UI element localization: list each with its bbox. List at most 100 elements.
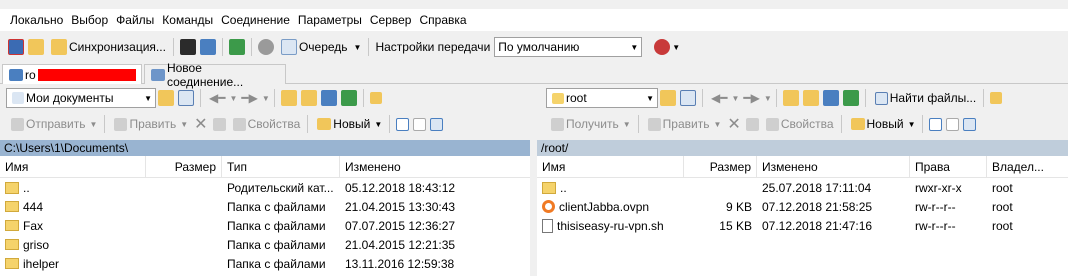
sync-button[interactable]: Синхронизация...	[46, 36, 169, 58]
sync-browse-icon[interactable]	[28, 39, 44, 55]
forward-icon[interactable]: ━▶	[241, 91, 257, 105]
forward-icon[interactable]: ━▶	[743, 91, 759, 105]
select-all-icon[interactable]	[396, 117, 410, 131]
menu-select[interactable]: Выбор	[71, 13, 108, 27]
right-path: /root/	[541, 141, 569, 155]
col-type[interactable]: Тип	[222, 156, 340, 177]
search-icon	[874, 91, 888, 105]
table-row[interactable]: ihelper Папка с файлами 13.11.2016 12:59…	[0, 254, 530, 273]
file-name: ..	[23, 180, 30, 195]
refresh-icon[interactable]	[842, 90, 859, 106]
divider	[702, 89, 703, 107]
gear-icon[interactable]	[257, 39, 274, 55]
rename-icon[interactable]	[745, 117, 759, 131]
new-label: Новый	[866, 117, 904, 131]
right-nav-toolbar: root ▼ ◀━ ▼ ━▶ ▼ Найти файлы...	[546, 86, 1066, 110]
send-button[interactable]: Отправить ▼	[6, 113, 100, 135]
file-modified: 21.04.2015 13:30:43	[345, 199, 456, 214]
file-modified: 07.12.2018 21:47:16	[762, 218, 873, 233]
home-icon[interactable]	[320, 90, 337, 106]
delete-icon[interactable]: ✕	[727, 114, 740, 134]
table-row[interactable]: Fax Папка с файлами 07.07.2015 12:36:27	[0, 216, 530, 235]
left-path-bar[interactable]: C:\Users\1\Documents\	[0, 140, 530, 156]
menu-options[interactable]: Параметры	[298, 13, 362, 27]
table-row[interactable]: .. 25.07.2018 17:11:04 rwxr-xr-x root	[537, 178, 1068, 197]
menu-server[interactable]: Сервер	[370, 13, 412, 27]
col-name[interactable]: Имя	[537, 156, 684, 177]
col-modified[interactable]: Изменено	[340, 156, 530, 177]
tab-new-session[interactable]: Новое соединение...	[144, 61, 286, 89]
new-button[interactable]: Новый ▼	[312, 113, 385, 135]
redaction-bar	[37, 68, 136, 81]
left-nav-toolbar: Мои документы ▼ ◀━ ▼ ━▶ ▼	[6, 86, 526, 110]
col-size[interactable]: Размер	[146, 156, 222, 177]
col-owner[interactable]: Владел...	[987, 156, 1068, 177]
open-folder-icon[interactable]	[158, 90, 174, 106]
rename-icon[interactable]	[212, 117, 226, 131]
transfer-mode-icon[interactable]	[654, 39, 671, 55]
chevron-down-icon: ▼	[89, 119, 98, 129]
col-size[interactable]: Размер	[684, 156, 757, 177]
transfer-settings-select[interactable]: По умолчанию ▼	[494, 37, 643, 57]
menu-local[interactable]: Локально	[10, 13, 63, 27]
new-button[interactable]: Новый ▼	[846, 113, 919, 135]
menu-files[interactable]: Файлы	[116, 13, 154, 27]
deselect-icon[interactable]	[946, 117, 960, 131]
filter-icon[interactable]	[680, 90, 696, 106]
send-label: Отправить	[26, 117, 86, 131]
back-icon[interactable]: ◀━	[711, 91, 727, 105]
table-row[interactable]: clientJabba.ovpn 9 KB 07.12.2018 21:58:2…	[537, 197, 1068, 216]
root-dir-icon[interactable]	[802, 90, 819, 106]
parent-dir-icon[interactable]	[782, 90, 799, 106]
properties-button[interactable]: Свойства	[228, 113, 304, 135]
delete-icon[interactable]: ✕	[194, 114, 207, 134]
menu-help[interactable]: Справка	[419, 13, 466, 27]
up-icon	[542, 181, 556, 194]
menu-session[interactable]: Соединение	[221, 13, 290, 27]
terminal-icon[interactable]	[179, 39, 196, 55]
properties-button[interactable]: Свойства	[761, 113, 837, 135]
chevron-down-icon: ▼	[713, 119, 722, 129]
table-row[interactable]: thisiseasy-ru-vpn.sh 15 KB 07.12.2018 21…	[537, 216, 1068, 235]
queue-button[interactable]: Очередь ▼	[276, 36, 365, 58]
compare-icon[interactable]	[8, 39, 24, 55]
filter-icon[interactable]	[178, 90, 194, 106]
tab-session-label: ro	[25, 67, 36, 82]
open-folder-icon[interactable]	[660, 90, 676, 106]
col-name[interactable]: Имя	[0, 156, 146, 177]
refresh-icon[interactable]	[228, 39, 245, 55]
table-row[interactable]: griso Папка с файлами 21.04.2015 12:21:3…	[0, 235, 530, 254]
table-row[interactable]: 444 Папка с файлами 21.04.2015 13:30:43	[0, 197, 530, 216]
tree-icon[interactable]	[369, 92, 382, 104]
tree-icon[interactable]	[990, 92, 1003, 104]
home-icon[interactable]	[822, 90, 839, 106]
left-location-select[interactable]: Мои документы ▼	[6, 88, 156, 108]
root-dir-icon[interactable]	[300, 90, 317, 106]
pane-splitter[interactable]	[530, 140, 537, 276]
edit-button[interactable]: Править ▼	[109, 113, 191, 135]
col-rights[interactable]: Права	[910, 156, 987, 177]
filter-select-icon[interactable]	[430, 117, 444, 131]
transfer-settings-value: По умолчанию	[498, 40, 580, 54]
parent-dir-icon[interactable]	[280, 90, 297, 106]
file-name: ..	[560, 180, 567, 195]
putty-icon[interactable]	[199, 39, 216, 55]
back-icon[interactable]: ◀━	[209, 91, 225, 105]
menu-commands[interactable]: Команды	[162, 13, 213, 27]
filter-select-icon[interactable]	[963, 117, 977, 131]
select-all-icon[interactable]	[929, 117, 943, 131]
refresh-icon[interactable]	[340, 90, 357, 106]
deselect-icon[interactable]	[413, 117, 427, 131]
vpn-icon	[542, 200, 555, 213]
col-modified[interactable]: Изменено	[757, 156, 910, 177]
find-files-button[interactable]: Найти файлы...	[870, 87, 979, 109]
table-row[interactable]: .. Родительский кат... 05.12.2018 18:43:…	[0, 178, 530, 197]
file-name: ihelper	[23, 256, 60, 271]
file-modified: 07.12.2018 21:58:25	[762, 199, 873, 214]
receive-button[interactable]: Получить ▼	[546, 113, 634, 135]
left-file-pane: C:\Users\1\Documents\ Имя Размер Тип Изм…	[0, 140, 530, 276]
edit-button[interactable]: Править ▼	[643, 113, 725, 135]
tab-session[interactable]: ro	[2, 64, 142, 84]
right-path-bar[interactable]: /root/	[537, 140, 1068, 156]
right-location-select[interactable]: root ▼	[546, 88, 658, 108]
